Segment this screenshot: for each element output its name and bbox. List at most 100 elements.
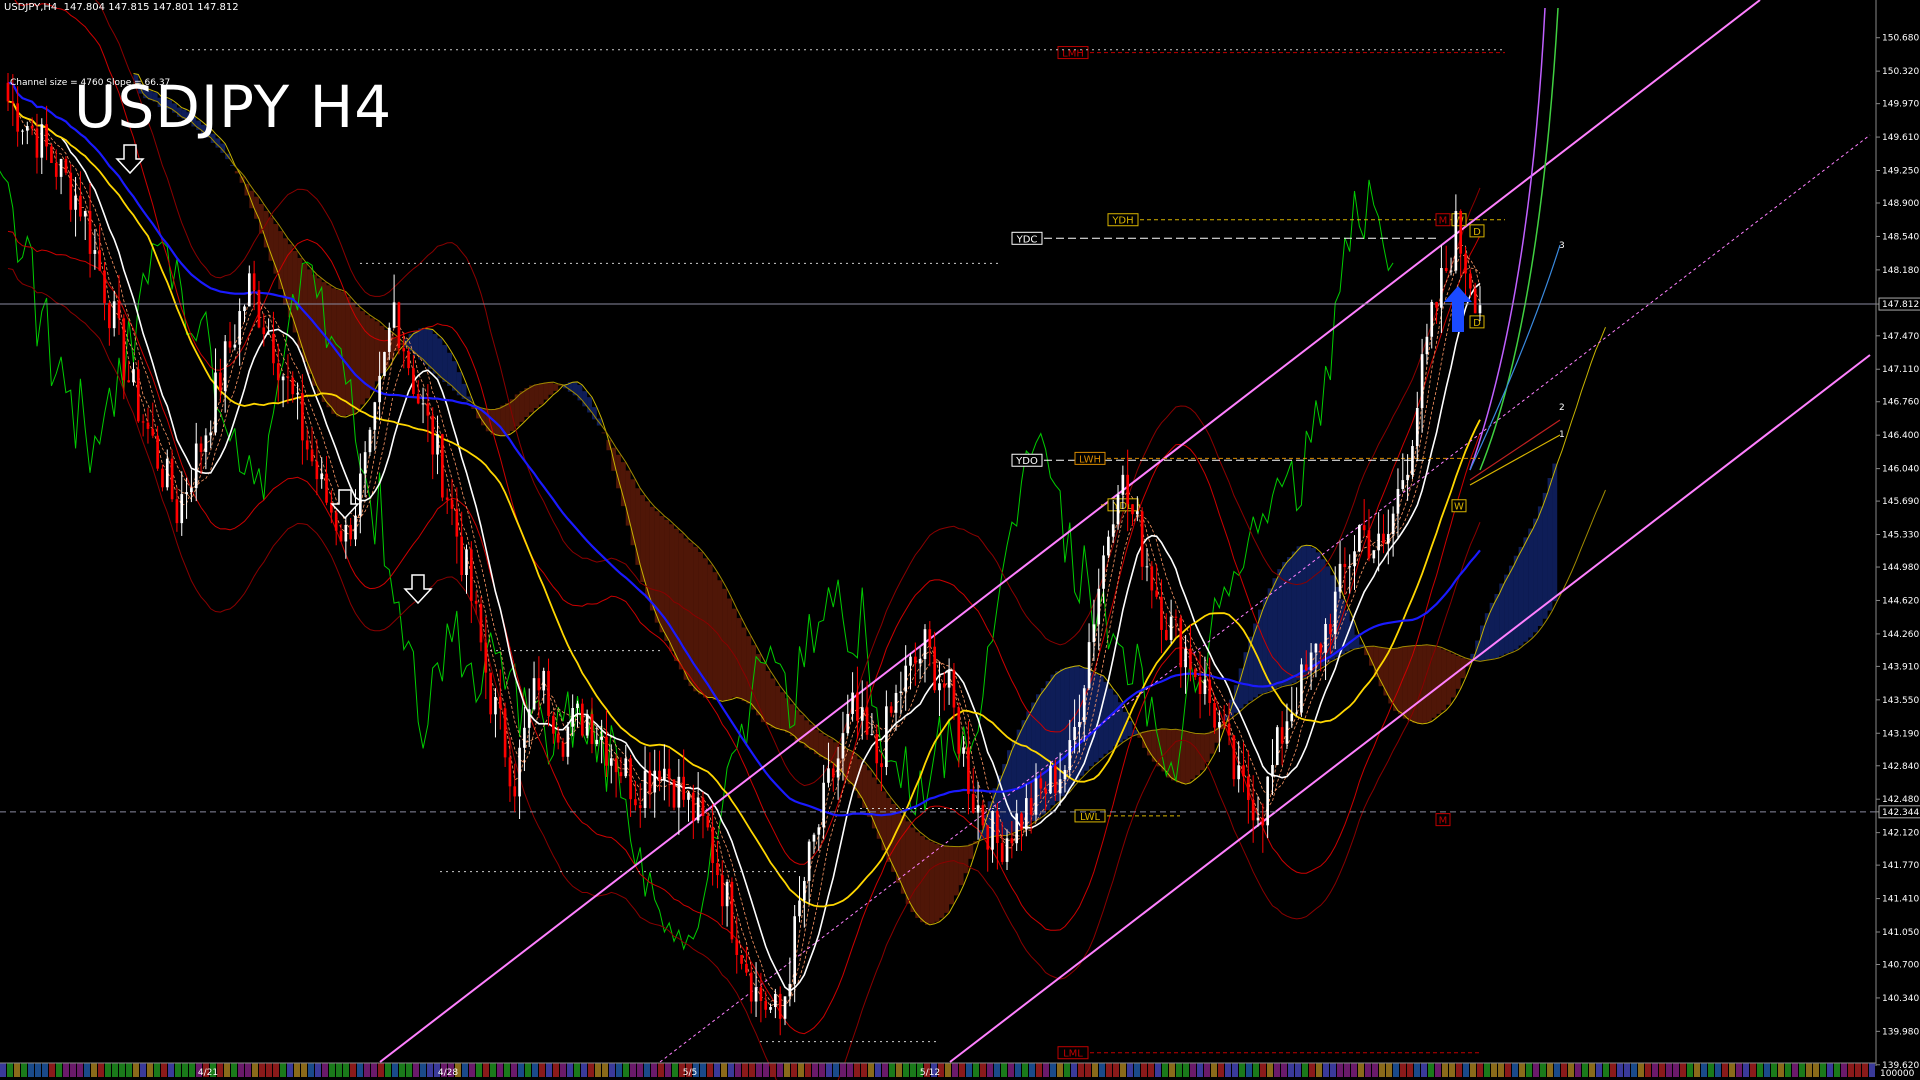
price-tick-label: 142.120 [1882, 829, 1919, 839]
volume-bar [518, 1063, 524, 1077]
candle-body [122, 318, 126, 381]
candle-body [40, 124, 44, 158]
candle-body [904, 665, 908, 692]
candle-body [957, 707, 961, 754]
candle-body [614, 758, 618, 773]
level-tag: LML [1063, 1049, 1083, 1060]
candle-body [624, 758, 628, 777]
volume-bar [546, 1063, 552, 1077]
candle-body [860, 707, 864, 721]
time-tick-label: 4/21 [198, 1068, 218, 1078]
cloud-segment [741, 627, 747, 702]
candle-body [1213, 703, 1216, 728]
candle-body [1053, 765, 1057, 794]
candle-body [1140, 511, 1144, 567]
candle-body [1425, 336, 1429, 355]
volume-bar [756, 1063, 762, 1077]
time-tick-label: 5/5 [683, 1068, 697, 1078]
candle-body [45, 124, 48, 147]
cloud-segment [1499, 583, 1505, 656]
candle-body [1478, 305, 1482, 314]
candle-body [609, 758, 613, 766]
candle-body [194, 443, 198, 489]
candle-body [687, 792, 690, 800]
level-tag: LWL [1080, 812, 1101, 823]
volume-bar [42, 1063, 48, 1077]
cloud-segment [1426, 645, 1432, 722]
candle-body [305, 440, 309, 450]
candle-body [822, 782, 825, 828]
volume-bar [1428, 1063, 1434, 1077]
candle-body [1044, 788, 1047, 794]
volume-bar [728, 1063, 734, 1077]
candle-body [740, 954, 743, 964]
cloud-segment [432, 333, 438, 374]
candle-body [576, 703, 579, 709]
candle-body [590, 714, 594, 745]
cloud-segment [1286, 557, 1292, 685]
volume-bar [1841, 1063, 1847, 1077]
candle-body [1300, 664, 1303, 713]
candle-body [836, 758, 840, 778]
volume-bar [1848, 1063, 1854, 1077]
volume-bar [1344, 1063, 1350, 1077]
candle-body [1222, 722, 1226, 724]
cloud-segment [601, 432, 607, 434]
candle-body [1015, 813, 1019, 844]
volume-bar [1274, 1063, 1280, 1077]
volume-bar [602, 1063, 608, 1077]
candle-body [1184, 648, 1187, 668]
candle-body [769, 1007, 772, 1010]
price-tick-label: 145.330 [1882, 531, 1919, 541]
candle-body [16, 103, 19, 132]
candle-body [619, 772, 623, 777]
volume-bar [1176, 1063, 1182, 1077]
candle-body [1150, 566, 1154, 591]
volume-bar [1603, 1063, 1609, 1077]
volume-bar [1302, 1063, 1308, 1077]
cloud-segment [307, 269, 313, 374]
candle-body [1087, 642, 1091, 689]
volume-bar [1610, 1063, 1616, 1077]
volume-bar [896, 1063, 902, 1077]
volume-bar [1477, 1063, 1483, 1077]
candle-body [817, 827, 821, 835]
volume-bar [1813, 1063, 1819, 1077]
candle-body [1010, 838, 1014, 844]
volume-bar [847, 1063, 853, 1077]
candle-body [749, 972, 753, 1002]
volume-bar [1708, 1063, 1714, 1077]
candle-body [233, 344, 237, 348]
volume-bar [392, 1063, 398, 1077]
candle-body [402, 348, 406, 352]
volume-bar [637, 1063, 643, 1077]
volume-bar [70, 1063, 76, 1077]
volume-bar [749, 1063, 755, 1077]
volume-bar [672, 1063, 678, 1077]
candle-body [141, 421, 145, 423]
cloud-segment [418, 328, 424, 360]
time-axis[interactable]: 4/21 4/28 5/5 5/12 100000 [0, 1062, 1915, 1079]
cloud-segment [1494, 594, 1500, 658]
volume-bar [1771, 1063, 1777, 1077]
price-chart[interactable]: 321 LMHYDHYDCYDO LWHYDLLWLLMLM WDDWM 150.6… [0, 0, 1920, 1080]
volume-bar [1120, 1063, 1126, 1077]
candle-body [1473, 288, 1477, 314]
volume-bar [1001, 1063, 1007, 1077]
candle-body [1092, 624, 1096, 643]
candle-body [387, 327, 391, 352]
cloud-segment [1359, 644, 1365, 647]
candle-body [1329, 623, 1332, 635]
candle-body [827, 768, 830, 783]
candle-body [93, 250, 97, 254]
level-tag: YDC [1016, 234, 1038, 245]
volume-bar [1820, 1063, 1826, 1077]
candle-body [35, 128, 39, 158]
price-tick-label: 144.620 [1882, 596, 1919, 606]
candle-body [180, 494, 184, 524]
price-tick-label: 144.260 [1882, 630, 1919, 640]
price-tick-label: 142.480 [1882, 795, 1919, 805]
candle-body [841, 733, 845, 759]
volume-bar [182, 1063, 188, 1077]
symbol-timeframe: USDJPY,H4 [4, 2, 58, 13]
